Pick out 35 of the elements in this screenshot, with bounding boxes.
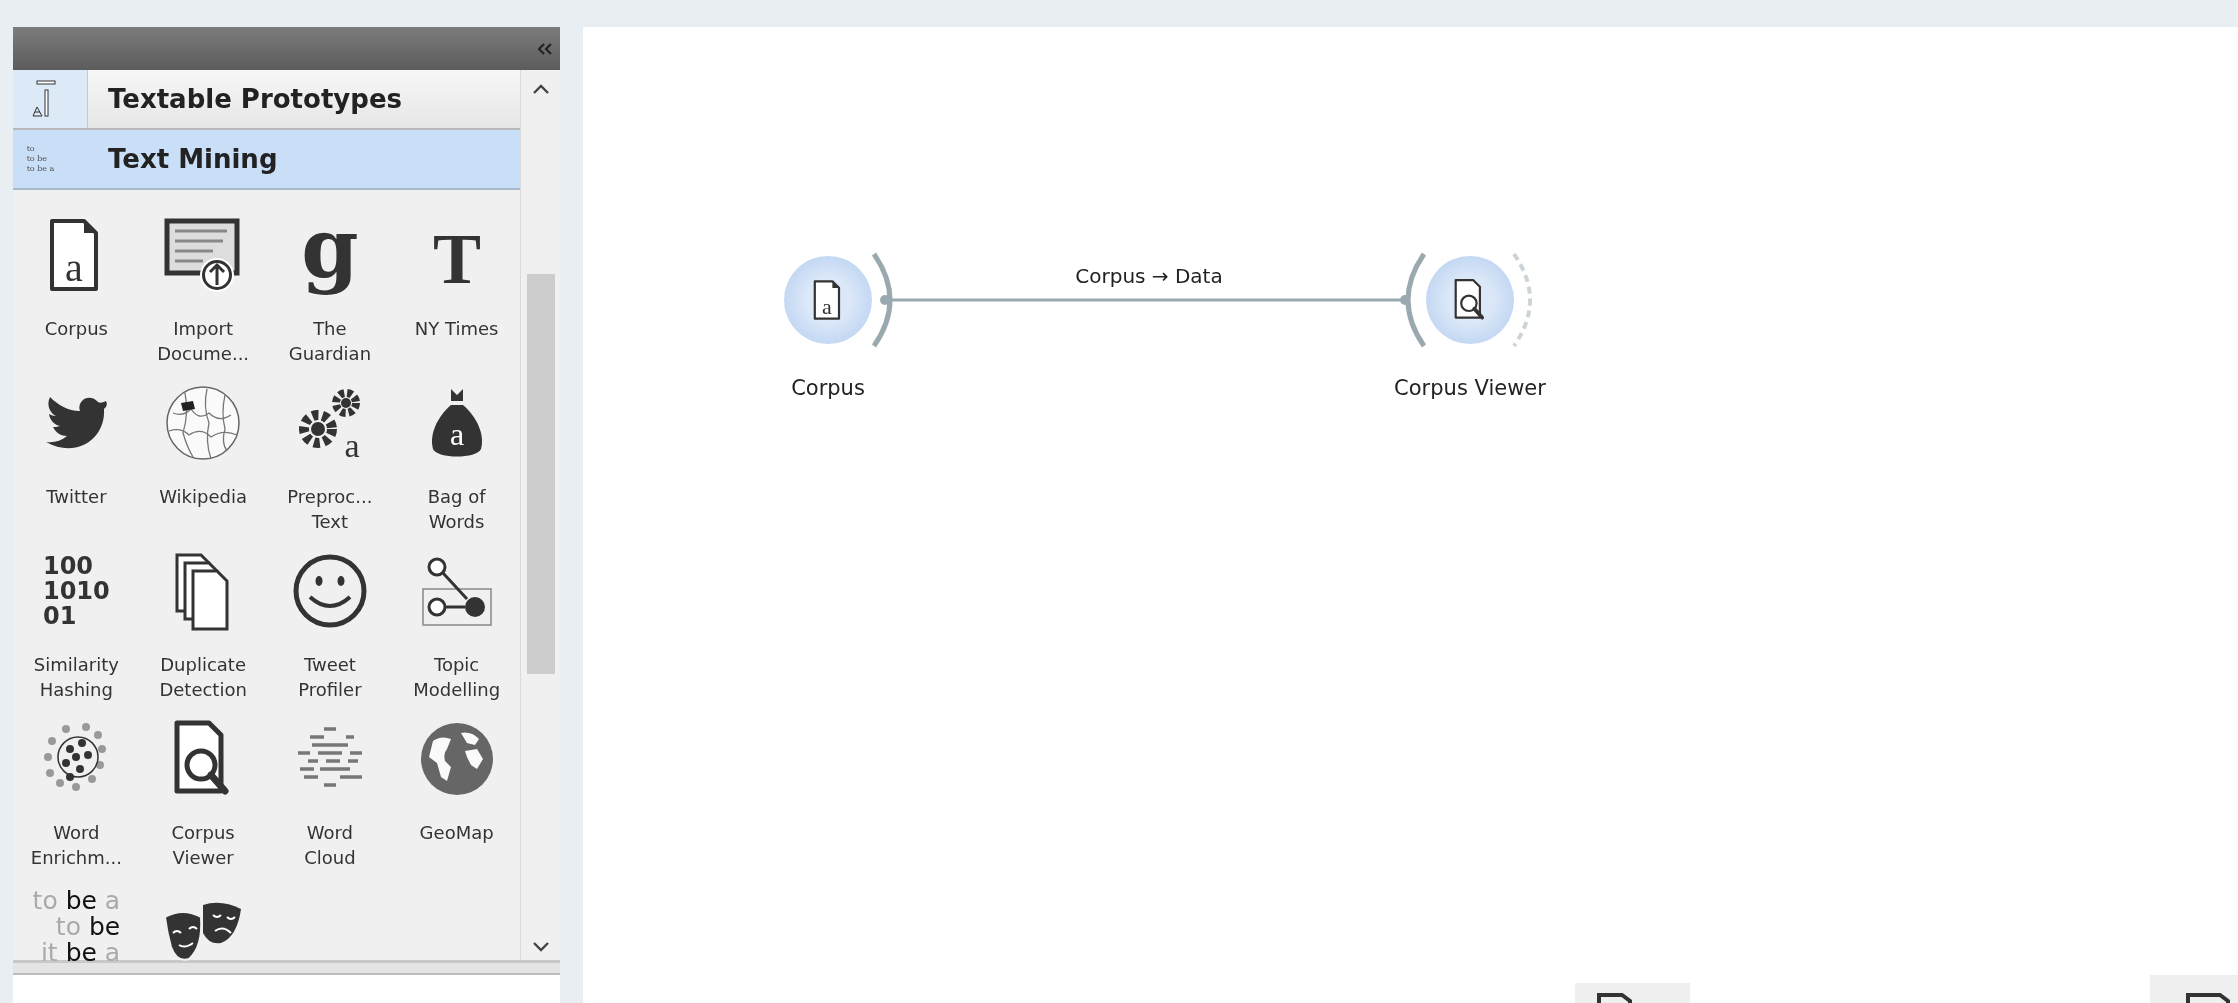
widget-label[interactable]: Topic Modelling: [413, 652, 501, 702]
widget-label[interactable]: Twitter: [46, 484, 107, 509]
widget-label[interactable]: Duplicate Detection: [159, 652, 247, 702]
link-label: Corpus → Data: [1075, 263, 1223, 290]
widget-label[interactable]: Similarity Hashing: [33, 652, 119, 702]
magnifier-document-icon: [1454, 279, 1485, 320]
scroll-up-icon[interactable]: [532, 84, 549, 94]
widget-label[interactable]: GeoMap: [419, 820, 494, 845]
category-tab[interactable]: to to be to be a Text Mining: [13, 130, 520, 190]
letter-icon: T: [416, 215, 497, 295]
document-icon: [2150, 975, 2238, 1003]
collapse-icon[interactable]: [538, 42, 552, 55]
widget-label[interactable]: Tweet Profiler: [298, 652, 362, 702]
document-icon: [1575, 983, 1690, 1003]
text-icon: to to be to be a: [26, 144, 55, 174]
document-icon: a: [813, 280, 841, 320]
node-label: Corpus: [791, 375, 865, 402]
scroll-thumb[interactable]: [526, 274, 555, 674]
widget-label[interactable]: NY Times: [414, 316, 499, 341]
widget-label[interactable]: Preproc... Text: [287, 484, 373, 534]
node-label: Corpus Viewer: [1394, 375, 1546, 402]
category-tab[interactable]: Textable Prototypes: [13, 70, 520, 130]
input-port-arc[interactable]: [1405, 252, 1427, 348]
scrollbar[interactable]: [520, 70, 560, 960]
widget-label[interactable]: Wikipedia: [159, 484, 247, 509]
widget-label[interactable]: Word Enrichm...: [30, 820, 122, 870]
widget-label[interactable]: Corpus: [44, 316, 108, 341]
widget-label[interactable]: The Guardian: [288, 316, 372, 366]
widget-label[interactable]: Import Docume...: [157, 316, 250, 366]
binary-icon: 100 1010 01: [42, 553, 110, 629]
widget-label[interactable]: Word Cloud: [304, 820, 356, 870]
text-icon: to be a to be it be a: [32, 888, 121, 966]
widget-label[interactable]: Bag of Words: [427, 484, 486, 534]
scroll-down-icon[interactable]: [532, 942, 549, 952]
widget-label[interactable]: Corpus Viewer: [171, 820, 235, 870]
